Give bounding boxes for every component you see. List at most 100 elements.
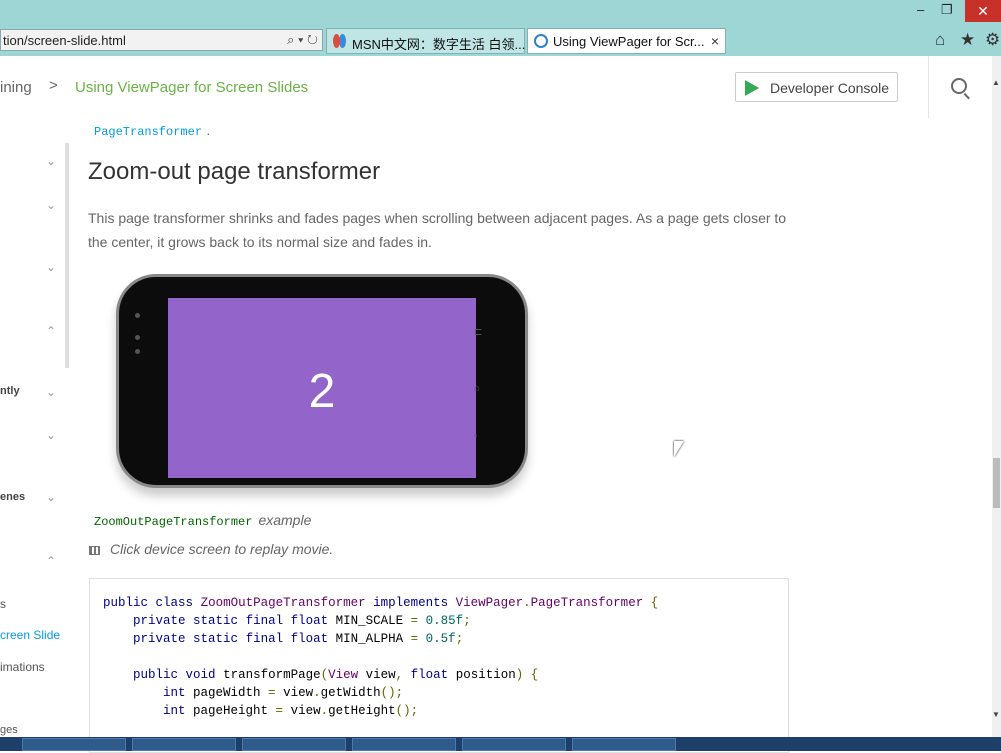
recent-nav-icon: ▫: [474, 431, 478, 442]
code-token: ();: [380, 686, 404, 700]
page-scrollbar[interactable]: [992, 56, 1001, 751]
close-window-icon[interactable]: ✕: [965, 0, 1001, 22]
code-token: public: [103, 596, 149, 610]
tab-msn[interactable]: MSN中文网：数字生活 白领...: [326, 28, 525, 54]
code-token: private: [133, 614, 186, 628]
phone-frame: 2 ⊏ ⌂ ▫: [116, 274, 528, 488]
breadcrumb-parent[interactable]: ining: [0, 79, 32, 96]
home-nav-icon: ⌂: [474, 383, 481, 394]
taskbar-item[interactable]: [462, 738, 566, 751]
developer-console-label: Developer Console: [770, 80, 890, 96]
inline-period: .: [206, 123, 211, 138]
settings-icon[interactable]: ⚙: [985, 30, 1000, 50]
chevron-down-icon[interactable]: ⌄: [46, 154, 56, 168]
back-nav-icon: ⊏: [474, 327, 483, 338]
play-store-icon: [745, 80, 759, 96]
taskbar-item[interactable]: [242, 738, 346, 751]
chevron-down-icon[interactable]: ⌄: [46, 198, 56, 212]
sidebar-link[interactable]: s: [0, 597, 6, 611]
tab-label: Using ViewPager for Scr...: [553, 34, 705, 49]
section-paragraph: This page transformer shrinks and fades …: [88, 210, 787, 250]
code-token: view: [283, 704, 321, 718]
ie-icon: [534, 34, 548, 48]
code-line: int pageWidth = view.getWidth();: [103, 684, 658, 702]
search-icon[interactable]: [951, 78, 967, 94]
replay-hint: Click device screen to replay movie.: [89, 541, 333, 557]
code-line: private static final float MIN_ALPHA = 0…: [103, 630, 658, 648]
chevron-up-icon[interactable]: ⌃: [46, 554, 56, 568]
phone-screen[interactable]: 2: [168, 298, 476, 478]
scroll-down-icon[interactable]: ▼: [992, 710, 1000, 719]
chevron-up-icon[interactable]: ⌃: [46, 324, 56, 338]
code-token: ViewPager: [455, 596, 524, 610]
code-token: int: [163, 686, 186, 700]
sensor-icon: [135, 335, 140, 340]
code-token: transformPage: [215, 668, 321, 682]
replay-text: Click device screen to replay movie.: [110, 541, 334, 557]
sidebar-link[interactable]: imations: [0, 660, 45, 674]
code-token: class: [155, 596, 194, 610]
chevron-down-icon[interactable]: ⌄: [46, 490, 56, 504]
code-token: view: [358, 668, 396, 682]
code-lines: public class ZoomOutPageTransformer impl…: [103, 594, 658, 720]
chevron-down-icon[interactable]: ⌄: [46, 428, 56, 442]
taskbar-item[interactable]: [22, 738, 126, 751]
code-token: float: [290, 614, 329, 628]
address-bar[interactable]: tion/screen-slide.html ⌕ ▾ ↻: [0, 29, 323, 51]
sidebar-scrollbar[interactable]: [65, 143, 69, 368]
taskbar-item[interactable]: [132, 738, 236, 751]
device-demo[interactable]: 2 ⊏ ⌂ ▫: [112, 270, 532, 496]
sidebar-section-label[interactable]: enes: [0, 491, 25, 503]
code-line: int pageHeight = view.getHeight();: [103, 702, 658, 720]
minimize-icon[interactable]: ‒: [917, 2, 924, 17]
taskbar-item[interactable]: [352, 738, 456, 751]
sidebar-link[interactable]: ges: [0, 724, 18, 736]
code-token: float: [290, 632, 329, 646]
tab-viewpager[interactable]: Using ViewPager for Scr... ×: [527, 28, 726, 54]
code-token: static: [193, 614, 239, 628]
chevron-down-icon[interactable]: ⌄: [46, 385, 56, 399]
sidebar-link-active[interactable]: creen Slide: [0, 628, 60, 642]
breadcrumb-current[interactable]: Using ViewPager for Screen Slides: [75, 79, 308, 96]
code-token: (: [320, 668, 329, 682]
code-token: {: [530, 668, 539, 682]
code-token: pageWidth: [185, 686, 269, 700]
inline-code-line: PageTransformer .: [94, 122, 210, 140]
camera-icon: [135, 313, 140, 318]
taskbar-item[interactable]: [572, 738, 676, 751]
code-token: 0.5f: [425, 632, 456, 646]
code-token: final: [245, 614, 284, 628]
restore-icon[interactable]: ❐: [941, 2, 953, 18]
figure-caption: ZoomOutPageTransformer example: [94, 512, 311, 529]
code-token: public: [133, 668, 179, 682]
home-icon[interactable]: ⌂: [935, 30, 945, 50]
code-token: position: [448, 668, 516, 682]
page-transformer-link[interactable]: PageTransformer: [94, 125, 202, 139]
code-token: private: [133, 632, 186, 646]
scroll-up-icon[interactable]: ▲: [992, 78, 1000, 87]
address-bar-icons[interactable]: ⌕ ▾ ↻: [287, 32, 318, 48]
code-token: ZoomOutPageTransformer: [200, 596, 366, 610]
sidebar-section-label[interactable]: ntly: [0, 385, 20, 397]
tab-close-icon[interactable]: ×: [711, 33, 719, 49]
page-scroll-thumb[interactable]: [993, 458, 1000, 508]
favorites-icon[interactable]: ★: [960, 30, 975, 50]
developer-console-button[interactable]: Developer Console: [735, 72, 898, 102]
code-token: int: [163, 704, 186, 718]
chevron-down-icon[interactable]: ⌄: [46, 260, 56, 274]
